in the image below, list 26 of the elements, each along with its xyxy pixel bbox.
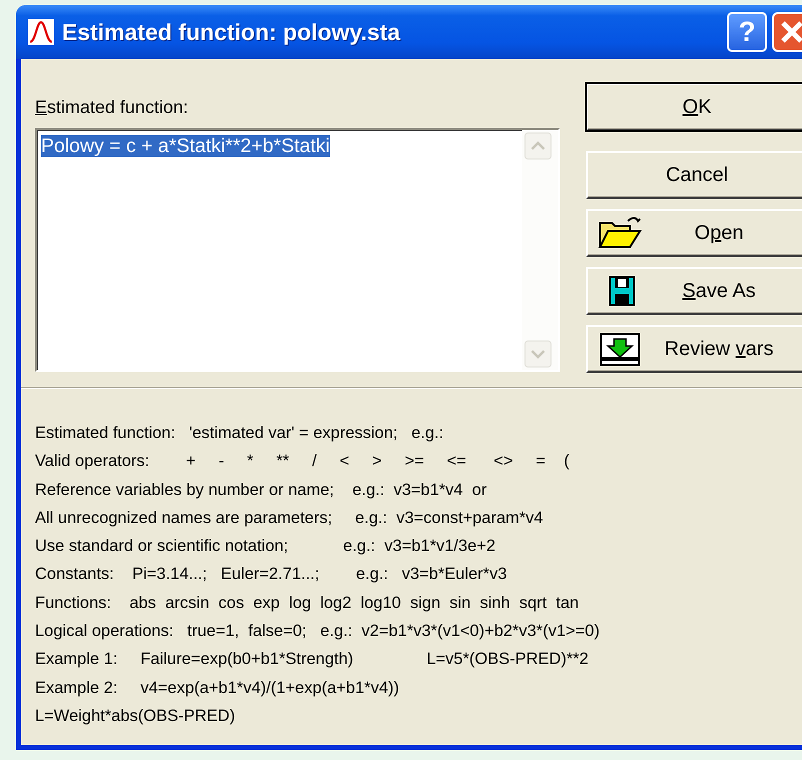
help-text-line: L=Weight*abs(OBS-PRED)	[35, 706, 236, 727]
help-text-line: Example 1: Failure=exp(b0+b1*Strength) L=v5*(OBS-PRED)**2	[35, 649, 590, 670]
help-text-line: All unrecognized names are parameters; e.g.: v3=const+param*v4	[35, 508, 544, 529]
function-input-field[interactable]: Polowy = c + a*Statki**2+b*Statki	[35, 128, 560, 372]
open-button[interactable]: Open	[586, 209, 802, 257]
help-text-line: Constants: Pi=3.14...; Euler=2.71...; e.g.: v3=b*Euler*v3	[35, 564, 508, 586]
dialog-button[interactable]: Cancel	[586, 151, 802, 199]
dialog-button[interactable]: OK	[586, 83, 802, 131]
window-title: Estimated function: polowy.sta	[62, 18, 402, 46]
help-text-line: Reference variables by number or name; e.g.: v3=b1*v4 or	[35, 480, 488, 501]
folder-icon	[598, 215, 642, 251]
help-text-line: Logical operations: true=1, false=0; e.g.: v2=b1*v3*(v1<0)+b2*v3*(v1>=0)	[35, 621, 601, 642]
help-text-line: Example 2: v4=exp(a+b1*v4)/(1+exp(a+b1*v4))	[35, 678, 400, 699]
scroll-up-icon[interactable]	[524, 132, 552, 160]
save-as-button[interactable]: Save As	[586, 267, 802, 315]
field-label: Estimated function:	[35, 97, 190, 119]
help-text-line: Valid operators: + - * ** / < > >= <= <> = (	[35, 451, 570, 472]
function-text: Polowy = c + a*Statki**2+b*Statki	[41, 135, 330, 157]
help-text-line: Estimated function: 'estimated var' = expression; e.g.:	[35, 423, 444, 444]
bell-curve-icon	[28, 19, 54, 45]
help-text-line: Functions: abs arcsin cos exp log log2 log10 sign sin sinh sqrt tan	[35, 592, 580, 614]
monitor-arrow-icon	[598, 331, 642, 367]
scroll-down-icon[interactable]	[524, 340, 552, 368]
review-vars-button[interactable]: Review vars	[586, 325, 802, 373]
help-text-line: Use standard or scientific notation; e.g.: v3=b1*v1/3e+2	[35, 536, 496, 558]
close-icon[interactable]	[772, 12, 802, 52]
